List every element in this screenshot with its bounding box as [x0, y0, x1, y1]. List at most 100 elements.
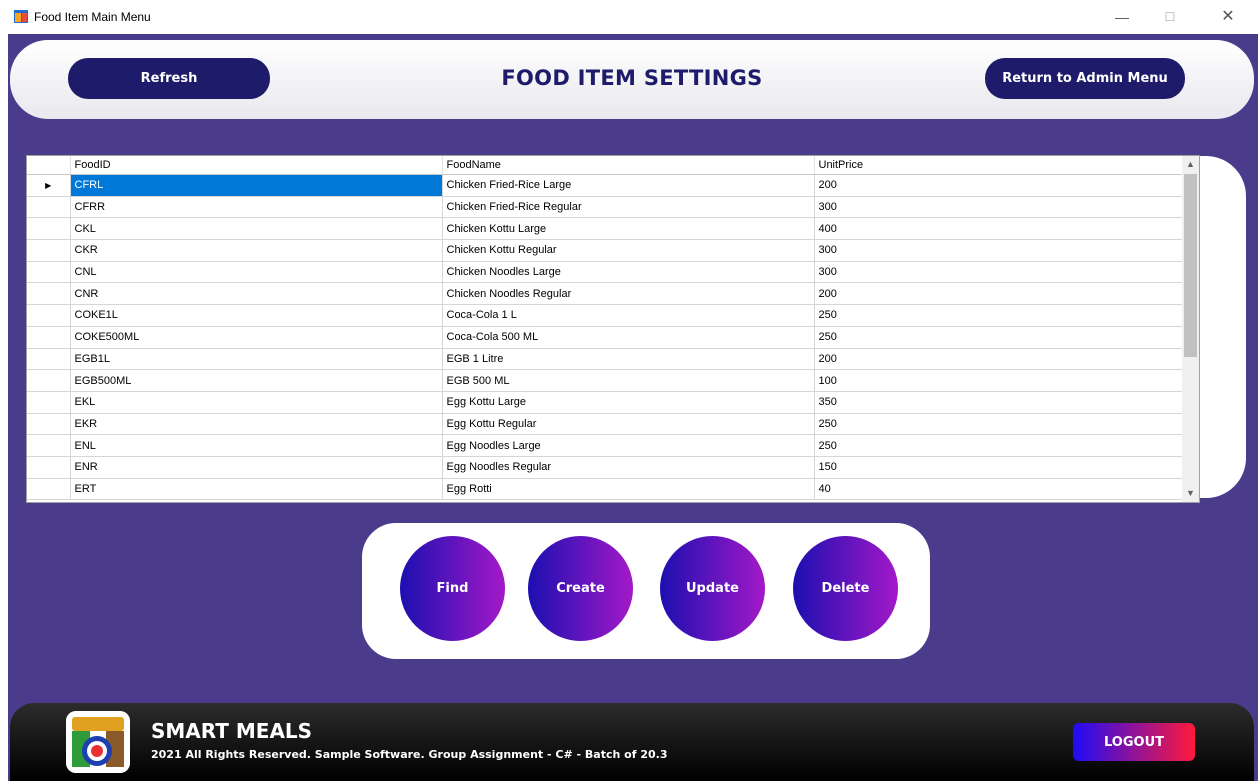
scroll-thumb[interactable]	[1184, 174, 1197, 357]
logout-button[interactable]: LOGOUT	[1073, 723, 1195, 761]
table-row[interactable]: EKL Egg Kottu Large 350	[27, 391, 1183, 414]
cell-foodname[interactable]: Coca-Cola 1 L	[442, 304, 815, 327]
cell-foodid[interactable]: EKR	[70, 413, 443, 436]
vertical-scrollbar[interactable]: ▲ ▼	[1182, 156, 1199, 502]
cell-foodid[interactable]: CFRR	[70, 196, 443, 219]
table-row[interactable]: COKE500ML Coca-Cola 500 ML 250	[27, 326, 1183, 349]
cell-foodname[interactable]: Egg Noodles Large	[442, 434, 815, 457]
cell-unitprice[interactable]: 200	[814, 348, 1183, 371]
smart-meals-logo-icon	[66, 711, 130, 773]
cell-foodid[interactable]: CKR	[70, 239, 443, 262]
find-button[interactable]: Find	[400, 536, 505, 641]
scroll-up-icon[interactable]: ▲	[1182, 156, 1199, 173]
cell-unitprice[interactable]: 250	[814, 434, 1183, 457]
cell-foodid[interactable]: EGB500ML	[70, 369, 443, 392]
cell-foodname[interactable]: Egg Kottu Regular	[442, 413, 815, 436]
table-row[interactable]: ERT Egg Rotti 40	[27, 478, 1183, 501]
row-header[interactable]	[27, 217, 71, 241]
cell-foodname[interactable]: Egg Noodles Regular	[442, 456, 815, 479]
table-row[interactable]: ENR Egg Noodles Regular 150	[27, 456, 1183, 479]
table-row[interactable]: EGB1L EGB 1 Litre 200	[27, 348, 1183, 371]
row-header[interactable]	[27, 413, 71, 436]
table-row[interactable]: CNR Chicken Noodles Regular 200	[27, 282, 1183, 306]
cell-foodid[interactable]: EKL	[70, 391, 443, 414]
cell-unitprice[interactable]: 350	[814, 391, 1183, 414]
row-header[interactable]	[27, 478, 71, 501]
table-row[interactable]: ▶ CFRL Chicken Fried-Rice Large 200	[27, 174, 1183, 197]
return-to-admin-menu-button[interactable]: Return to Admin Menu	[985, 58, 1185, 99]
cell-foodname[interactable]: Chicken Kottu Regular	[442, 239, 815, 262]
cell-unitprice[interactable]: 300	[814, 196, 1183, 219]
cell-unitprice[interactable]: 100	[814, 369, 1183, 392]
cell-foodname[interactable]: EGB 500 ML	[442, 369, 815, 392]
food-item-grid[interactable]: FoodID FoodName UnitPrice ▶ CFRL Chicken…	[26, 155, 1200, 503]
column-header-foodid[interactable]: FoodID	[70, 156, 443, 175]
table-row[interactable]: CFRR Chicken Fried-Rice Regular 300	[27, 196, 1183, 219]
cell-foodname[interactable]: Chicken Noodles Regular	[442, 282, 815, 306]
row-header[interactable]	[27, 391, 71, 414]
scroll-down-icon[interactable]: ▼	[1182, 485, 1199, 502]
cell-foodname[interactable]: EGB 1 Litre	[442, 348, 815, 371]
cell-foodname[interactable]: Egg Kottu Large	[442, 391, 815, 414]
food-item-table: FoodID FoodName UnitPrice ▶ CFRL Chicken…	[27, 156, 1183, 501]
cell-unitprice[interactable]: 150	[814, 456, 1183, 479]
cell-foodname[interactable]: Chicken Kottu Large	[442, 217, 815, 241]
update-button[interactable]: Update	[660, 536, 765, 641]
row-header[interactable]	[27, 261, 71, 284]
cell-unitprice[interactable]: 200	[814, 174, 1183, 197]
table-row[interactable]: CKL Chicken Kottu Large 400	[27, 217, 1183, 241]
minimize-button[interactable]: —	[1100, 6, 1144, 28]
table-row[interactable]: CKR Chicken Kottu Regular 300	[27, 239, 1183, 262]
current-row-indicator[interactable]: ▶	[27, 174, 71, 197]
cell-unitprice[interactable]: 250	[814, 413, 1183, 436]
table-row[interactable]: CNL Chicken Noodles Large 300	[27, 261, 1183, 284]
cell-foodname[interactable]: Chicken Fried-Rice Regular	[442, 196, 815, 219]
cell-foodid[interactable]: COKE1L	[70, 304, 443, 327]
row-header[interactable]	[27, 196, 71, 219]
close-button[interactable]: ✕	[1206, 6, 1250, 28]
table-row[interactable]: ENL Egg Noodles Large 250	[27, 434, 1183, 457]
grid-header-row: FoodID FoodName UnitPrice	[27, 156, 1183, 175]
cell-foodname[interactable]: Coca-Cola 500 ML	[442, 326, 815, 349]
column-header-foodname[interactable]: FoodName	[442, 156, 815, 175]
cell-unitprice[interactable]: 250	[814, 304, 1183, 327]
cell-foodid[interactable]: COKE500ML	[70, 326, 443, 349]
cell-foodname[interactable]: Chicken Fried-Rice Large	[442, 174, 815, 197]
row-header-corner	[27, 156, 71, 175]
table-row[interactable]: EKR Egg Kottu Regular 250	[27, 413, 1183, 436]
column-header-unitprice[interactable]: UnitPrice	[814, 156, 1183, 175]
window-title-bar: Food Item Main Menu — ☐ ✕	[0, 0, 1258, 34]
row-header[interactable]	[27, 434, 71, 457]
cell-unitprice[interactable]: 200	[814, 282, 1183, 306]
cell-foodname[interactable]: Chicken Noodles Large	[442, 261, 815, 284]
cell-foodid[interactable]: CKL	[70, 217, 443, 241]
cell-foodid[interactable]: CNR	[70, 282, 443, 306]
cell-unitprice[interactable]: 250	[814, 326, 1183, 349]
cell-unitprice[interactable]: 40	[814, 478, 1183, 501]
row-header[interactable]	[27, 348, 71, 371]
app-icon	[14, 10, 28, 23]
row-header[interactable]	[27, 304, 71, 327]
row-header[interactable]	[27, 456, 71, 479]
main-form: Refresh FOOD ITEM SETTINGS Return to Adm…	[8, 34, 1258, 781]
header-panel: Refresh FOOD ITEM SETTINGS Return to Adm…	[10, 40, 1254, 119]
cell-unitprice[interactable]: 400	[814, 217, 1183, 241]
table-row[interactable]: COKE1L Coca-Cola 1 L 250	[27, 304, 1183, 327]
cell-foodid[interactable]: CFRL	[70, 174, 443, 197]
table-row[interactable]: EGB500ML EGB 500 ML 100	[27, 369, 1183, 392]
row-header[interactable]	[27, 369, 71, 392]
row-header[interactable]	[27, 326, 71, 349]
row-header[interactable]	[27, 239, 71, 262]
cell-unitprice[interactable]: 300	[814, 261, 1183, 284]
delete-button[interactable]: Delete	[793, 536, 898, 641]
cell-unitprice[interactable]: 300	[814, 239, 1183, 262]
cell-foodid[interactable]: ERT	[70, 478, 443, 501]
row-header[interactable]	[27, 282, 71, 306]
cell-foodid[interactable]: CNL	[70, 261, 443, 284]
create-button[interactable]: Create	[528, 536, 633, 641]
maximize-button[interactable]: ☐	[1148, 6, 1192, 28]
cell-foodid[interactable]: ENL	[70, 434, 443, 457]
cell-foodid[interactable]: ENR	[70, 456, 443, 479]
cell-foodname[interactable]: Egg Rotti	[442, 478, 815, 501]
cell-foodid[interactable]: EGB1L	[70, 348, 443, 371]
